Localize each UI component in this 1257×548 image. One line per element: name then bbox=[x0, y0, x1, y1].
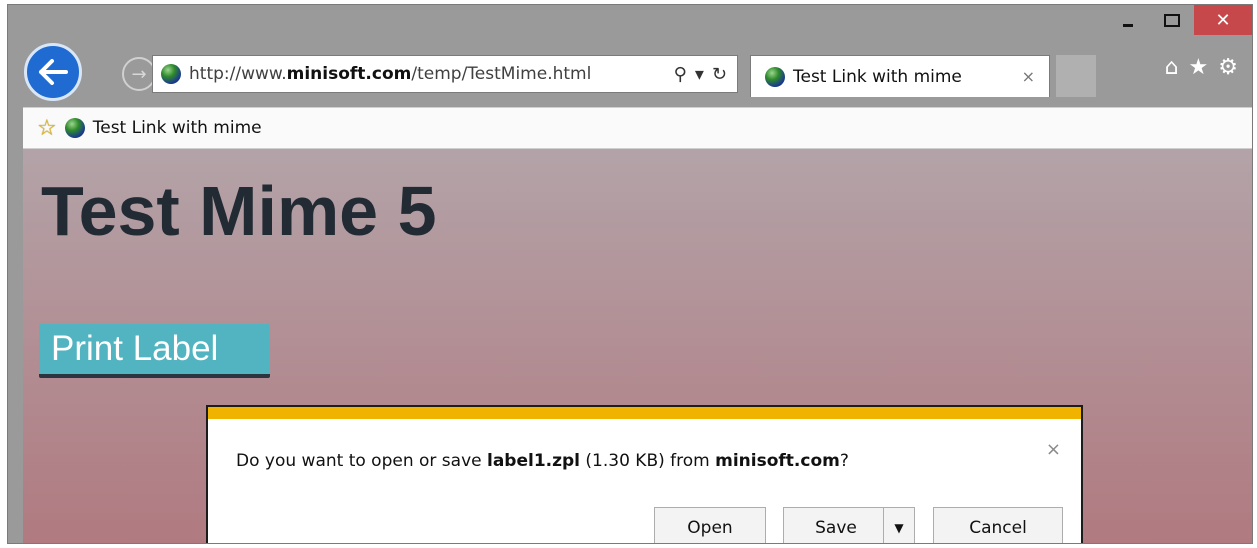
notification-message: Do you want to open or save label1.zpl (… bbox=[236, 451, 849, 471]
toolbar-icons: ⌂ ★ ⚙ bbox=[1165, 55, 1238, 80]
dropdown-icon[interactable]: ▾ bbox=[695, 64, 704, 85]
msg-mid: (1.30 KB) from bbox=[580, 451, 716, 471]
back-arrow-icon bbox=[39, 59, 68, 85]
msg-prefix: Do you want to open or save bbox=[236, 451, 487, 471]
address-tools: ⚲ ▾ ↻ bbox=[674, 64, 737, 85]
tab-active[interactable]: Test Link with mime × bbox=[750, 55, 1050, 97]
settings-icon[interactable]: ⚙ bbox=[1218, 55, 1238, 80]
page-title: Test Mime 5 bbox=[41, 172, 437, 250]
msg-suffix: ? bbox=[839, 451, 849, 471]
cancel-button[interactable]: Cancel bbox=[933, 507, 1063, 543]
forward-arrow-icon: → bbox=[131, 63, 147, 85]
save-options-chevron-down-icon[interactable]: ▼ bbox=[883, 508, 914, 543]
close-window-button[interactable]: ✕ bbox=[1194, 5, 1252, 35]
url-prefix: http://www. bbox=[189, 64, 287, 84]
search-icon[interactable]: ⚲ bbox=[674, 64, 687, 85]
add-to-favorites-bar-icon[interactable]: ☆ bbox=[37, 116, 57, 141]
caption-buttons: ✕ bbox=[1106, 5, 1252, 37]
forward-button[interactable]: → bbox=[122, 57, 156, 91]
home-icon[interactable]: ⌂ bbox=[1165, 55, 1179, 80]
download-filename: label1.zpl bbox=[487, 451, 581, 471]
address-bar[interactable]: http://www. minisoft.com/temp/TestMime.ht… bbox=[152, 55, 738, 93]
maximize-button[interactable] bbox=[1150, 5, 1194, 35]
download-notification-bar: Do you want to open or save label1.zpl (… bbox=[206, 405, 1083, 543]
cancel-label: Cancel bbox=[969, 518, 1027, 538]
url-path: /temp/TestMime.html bbox=[411, 64, 592, 84]
tab-close-icon[interactable]: × bbox=[1022, 67, 1035, 86]
tab-favicon-icon bbox=[765, 66, 785, 87]
refresh-icon[interactable]: ↻ bbox=[712, 64, 727, 85]
save-label: Save bbox=[815, 518, 857, 538]
close-icon: ✕ bbox=[1215, 9, 1231, 31]
tab-title: Test Link with mime bbox=[793, 66, 962, 87]
save-button[interactable]: Save ▼ bbox=[783, 507, 915, 543]
favorites-icon[interactable]: ★ bbox=[1189, 55, 1209, 80]
notification-close-icon[interactable]: × bbox=[1046, 439, 1061, 460]
new-tab-button[interactable] bbox=[1056, 55, 1096, 97]
notification-accent-bar bbox=[208, 407, 1081, 419]
favorites-bar: ☆ Test Link with mime bbox=[23, 107, 1252, 149]
favorite-link[interactable]: Test Link with mime bbox=[93, 118, 262, 138]
download-source: minisoft.com bbox=[715, 451, 840, 471]
open-button[interactable]: Open bbox=[654, 507, 766, 543]
print-label-button[interactable]: Print Label bbox=[39, 324, 270, 378]
open-label: Open bbox=[687, 518, 733, 538]
page-content: Test Mime 5 Print Label Do you want to o… bbox=[23, 149, 1252, 543]
favorite-link-favicon-icon bbox=[64, 118, 85, 138]
browser-window: ✕ → http://www. minisoft.com/temp/TestMim… bbox=[7, 4, 1253, 544]
back-button[interactable] bbox=[24, 43, 82, 101]
minimize-button[interactable] bbox=[1106, 5, 1150, 35]
site-favicon-icon bbox=[161, 64, 181, 84]
url-domain: minisoft.com bbox=[286, 64, 412, 84]
